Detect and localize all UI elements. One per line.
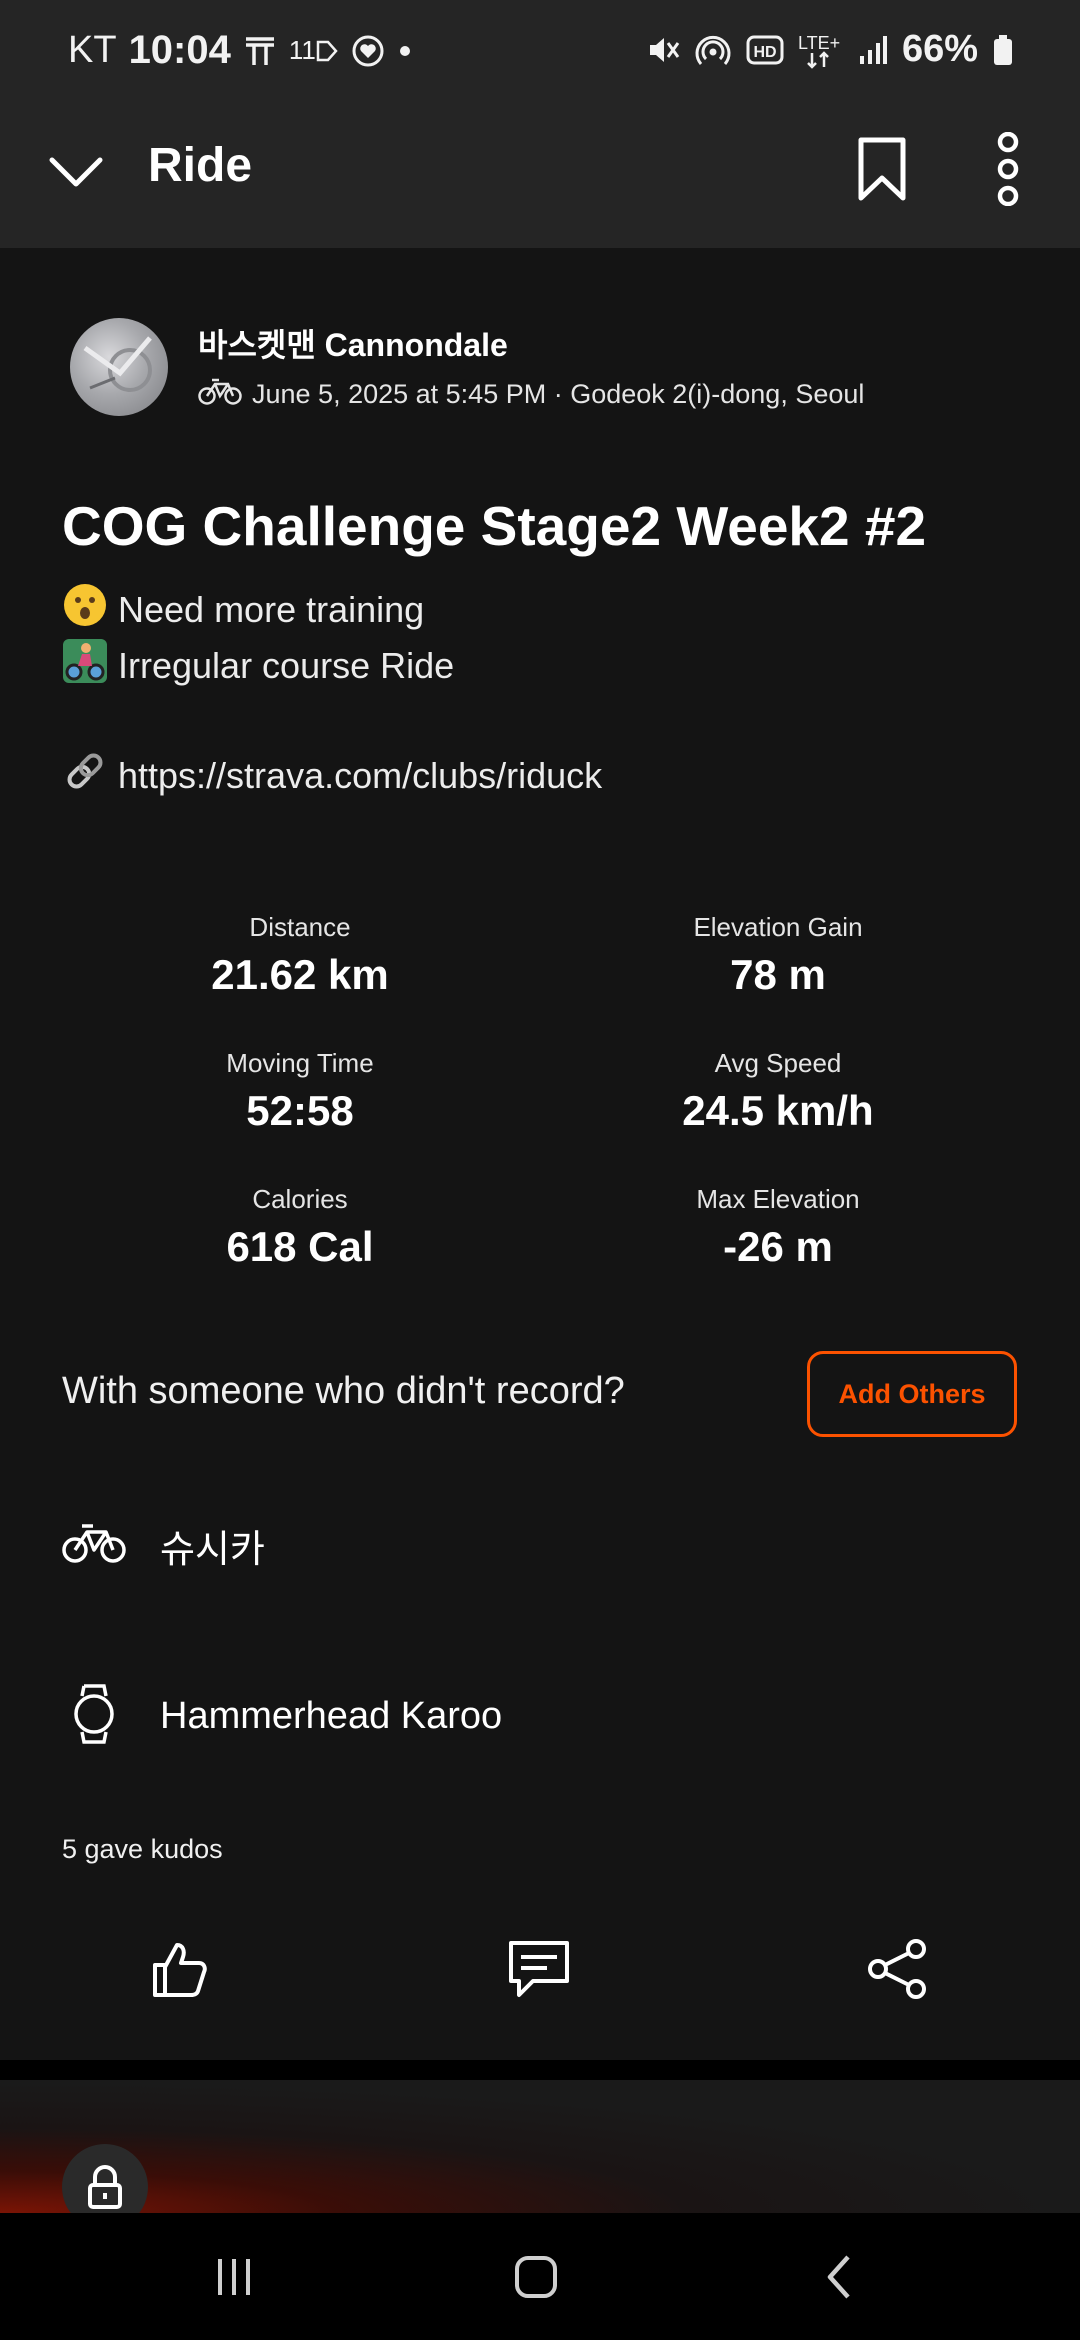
stat-label: Moving Time — [226, 1048, 374, 1078]
avatar[interactable] — [70, 318, 168, 416]
more-vertical-icon[interactable] — [990, 131, 1026, 207]
thumbs-up-icon[interactable] — [134, 1924, 224, 2014]
description-line: Need more training — [62, 582, 424, 637]
club-link[interactable]: https://strava.com/clubs/riduck — [118, 755, 602, 797]
description-text-1: Need more training — [118, 588, 425, 630]
recent-apps-icon[interactable] — [202, 2245, 266, 2309]
feed-divider — [0, 2060, 1080, 2080]
stat-avg-speed: Avg Speed 24.5 km/h — [568, 1048, 988, 1135]
watch-icon — [62, 1682, 126, 1751]
mountain-biking-icon — [62, 638, 108, 693]
activity-card: 바스켓맨 Cannondale June 5, 2025 at 5:45 PM … — [0, 248, 1080, 2060]
description-text-2: Irregular course Ride — [118, 644, 455, 686]
stat-moving-time: Moving Time 52:58 — [90, 1048, 510, 1135]
kudos-count[interactable]: 5 gave kudos — [62, 1834, 223, 1865]
mute-icon — [646, 33, 680, 67]
stat-value: 21.62 km — [211, 951, 389, 998]
stat-value: 52:58 — [246, 1087, 354, 1134]
chevron-down-icon[interactable] — [46, 142, 106, 202]
bookmark-icon[interactable] — [856, 136, 908, 202]
share-icon[interactable] — [853, 1924, 943, 2014]
notification-count: 11 — [288, 35, 316, 65]
stat-label: Calories — [252, 1184, 348, 1214]
next-feed-card[interactable] — [0, 2080, 1080, 2213]
activity-meta: June 5, 2025 at 5:45 PM · Godeok 2(i)-do… — [198, 376, 864, 413]
stat-value: 618 Cal — [226, 1223, 374, 1270]
stat-distance: Distance 21.62 km — [90, 912, 510, 999]
comment-icon[interactable] — [494, 1924, 584, 2014]
stat-value: -26 m — [723, 1223, 833, 1270]
bike-icon — [62, 1521, 126, 1570]
link-icon — [62, 748, 108, 803]
gear-bike-row[interactable]: 슈시카 — [62, 1518, 265, 1573]
carrier-label: KT — [68, 29, 117, 71]
stat-elevation-gain: Elevation Gain 78 m — [568, 912, 988, 999]
bike-name: 슈시카 — [160, 1529, 265, 1571]
stat-label: Elevation Gain — [693, 912, 863, 942]
notification-11-icon: 11 — [289, 35, 338, 66]
bike-icon — [198, 376, 242, 413]
add-others-button[interactable]: Add Others — [807, 1351, 1017, 1437]
stat-label: Max Elevation — [696, 1184, 860, 1214]
svg-text:LTE+: LTE+ — [798, 33, 840, 53]
dot-icon — [398, 44, 412, 58]
description-line: https://strava.com/clubs/riduck — [62, 748, 602, 803]
system-nav-bar — [0, 2213, 1080, 2340]
t-logo-icon — [243, 34, 277, 68]
home-icon[interactable] — [504, 2245, 568, 2309]
stat-calories: Calories 618 Cal — [90, 1184, 510, 1271]
activity-date-location: June 5, 2025 at 5:45 PM · Godeok 2(i)-do… — [252, 379, 865, 409]
with-someone-prompt: With someone who didn't record? — [62, 1370, 625, 1412]
top-bar: Ride — [0, 102, 1080, 248]
stat-label: Avg Speed — [714, 1048, 842, 1078]
hd-icon: HD — [746, 34, 784, 66]
device-name: Hammerhead Karoo — [160, 1695, 503, 1737]
back-icon[interactable] — [808, 2245, 872, 2309]
status-bar: KT 10:04 11 HD LTE+ 66% — [0, 0, 1080, 102]
surprised-face-icon — [62, 582, 108, 637]
stat-value: 78 m — [730, 951, 826, 998]
signal-icon — [858, 34, 888, 66]
lte-icon: LTE+ — [798, 31, 844, 69]
svg-text:HD: HD — [753, 44, 776, 61]
description-line: Irregular course Ride — [62, 638, 454, 693]
stat-max-elevation: Max Elevation -26 m — [568, 1184, 988, 1271]
battery-icon — [992, 34, 1014, 66]
battery-percent: 66% — [901, 28, 978, 70]
heart-circle-icon — [350, 33, 386, 69]
hotspot-icon — [694, 31, 732, 69]
activity-title: COG Challenge Stage2 Week2 #2 — [62, 495, 927, 557]
athlete-name[interactable]: 바스켓맨 Cannondale — [198, 320, 508, 366]
stat-value: 24.5 km/h — [682, 1087, 874, 1134]
clock: 10:04 — [128, 28, 231, 72]
stat-label: Distance — [249, 912, 351, 942]
page-title: Ride — [148, 139, 253, 192]
gear-device-row[interactable]: Hammerhead Karoo — [62, 1682, 502, 1751]
